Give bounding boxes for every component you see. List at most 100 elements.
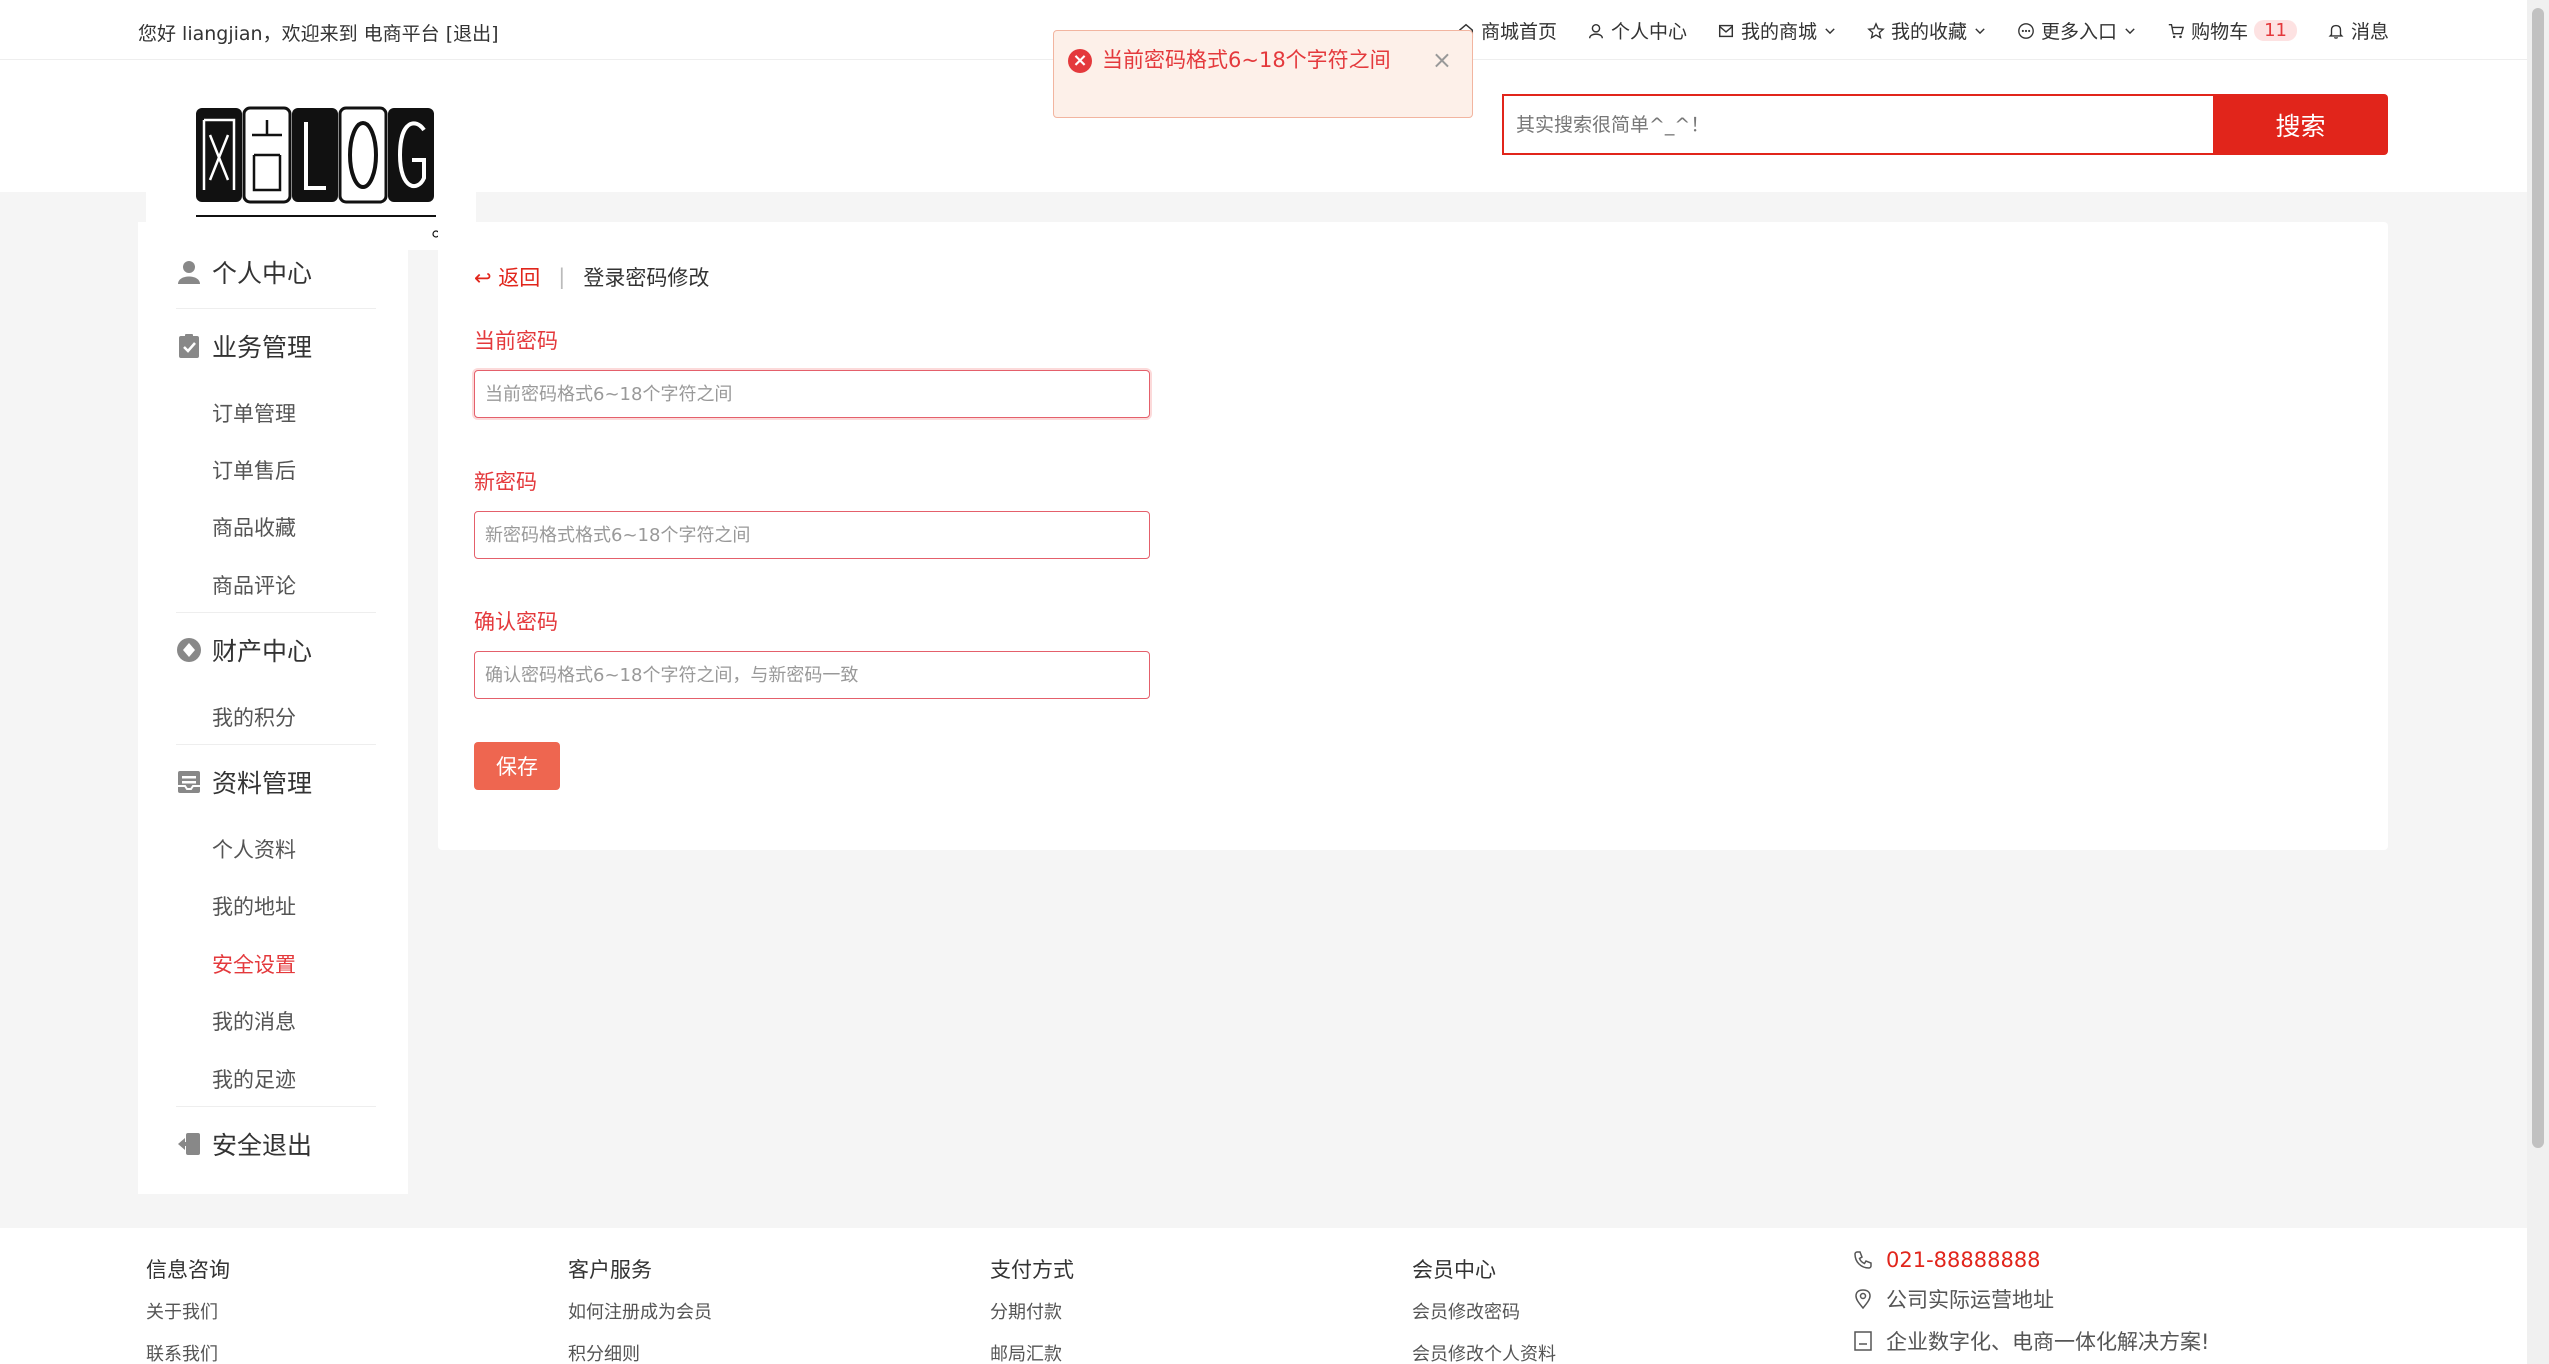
footer-link[interactable]: 分期付款 [990, 1298, 1074, 1324]
clipboard-icon [179, 334, 199, 358]
nav-more-label: 更多入口 [2041, 21, 2118, 43]
footer-column-title: 客户服务 [568, 1258, 652, 1282]
footer-column-payment: 支付方式 分期付款 邮局汇款 [990, 1254, 1074, 1364]
sidebar-item-orders[interactable]: 订单管理 [212, 398, 296, 428]
footer-link[interactable]: 会员修改个人资料 [1412, 1340, 1556, 1364]
sidebar-group-label: 资料管理 [212, 769, 313, 798]
sidebar-item-security[interactable]: 安全设置 [212, 949, 296, 979]
search-bar: 搜索 [1502, 94, 2388, 155]
welcome-text: 您好 liangjian，欢迎来到 电商平台 [退出] [138, 19, 499, 46]
logout-icon [178, 1133, 200, 1155]
sidebar-group-label: 财产中心 [212, 637, 313, 666]
breadcrumb: ↩ 返回 | 登录密码修改 [474, 262, 709, 292]
sidebar-item-personal-info[interactable]: 个人资料 [212, 834, 296, 864]
divider [176, 744, 376, 745]
sidebar-item-address[interactable]: 我的地址 [212, 891, 296, 921]
sidebar-group-assets: 财产中心 [176, 632, 312, 668]
nav-messages[interactable]: 消息 [2327, 17, 2389, 44]
nav-my-mall[interactable]: 我的商城 [1717, 17, 1837, 44]
password-form-panel: ↩ 返回 | 登录密码修改 当前密码 新密码 确认密码 保存 [438, 222, 2388, 850]
contact-slogan-text: 企业数字化、电商一体化解决方案! [1886, 1330, 2210, 1354]
star-icon [1867, 21, 1885, 39]
back-link[interactable]: ↩ 返回 [474, 262, 540, 292]
contact-phone: 021-88888888 [1852, 1248, 2209, 1272]
footer: 信息咨询 关于我们 联系我们 客户服务 如何注册成为会员 积分细则 支付方式 分… [0, 1228, 2549, 1364]
current-password-input[interactable] [474, 370, 1150, 418]
nav-cart-label: 购物车 [2191, 21, 2249, 43]
sidebar-group-logout[interactable]: 安全退出 [176, 1126, 312, 1162]
document-icon [1854, 1331, 1872, 1351]
save-button[interactable]: 保存 [474, 742, 560, 790]
back-arrow-icon: ↩ [474, 266, 492, 290]
sidebar-group-profile: 资料管理 [176, 764, 312, 800]
new-password-label: 新密码 [474, 470, 537, 494]
nav-more[interactable]: 更多入口 [2017, 17, 2137, 44]
divider [176, 1106, 376, 1107]
scrollbar-thumb[interactable] [2532, 8, 2544, 1148]
chevron-down-icon [1825, 27, 1835, 34]
nav-user-center[interactable]: 个人中心 [1587, 17, 1687, 44]
divider [176, 612, 376, 613]
contact-slogan: 企业数字化、电商一体化解决方案! [1852, 1326, 2209, 1356]
footer-column-title: 会员中心 [1412, 1258, 1496, 1282]
sidebar-group-label: 业务管理 [212, 333, 313, 362]
error-icon: × [1068, 49, 1092, 73]
cart-icon [2168, 23, 2185, 38]
sidebar-group-business: 业务管理 [176, 328, 312, 364]
error-toast: × 当前密码格式6~18个字符之间 × [1053, 30, 1473, 118]
nav-user-center-label: 个人中心 [1611, 21, 1688, 43]
footer-column-member: 会员中心 会员修改密码 会员修改个人资料 [1412, 1254, 1556, 1364]
page-title: 登录密码修改 [583, 266, 710, 290]
sidebar-item-product-favorites[interactable]: 商品收藏 [212, 512, 296, 542]
close-icon[interactable]: × [1432, 43, 1452, 77]
footer-column-title: 支付方式 [990, 1258, 1074, 1282]
footer-contact: 021-88888888 公司实际运营地址 企业数字化、电商一体化解决方案! [1852, 1248, 2209, 1364]
sidebar-item-points[interactable]: 我的积分 [212, 702, 296, 732]
chevron-down-icon [2125, 27, 2135, 34]
sidebar-item-after-sales[interactable]: 订单售后 [212, 455, 296, 485]
footer-link[interactable]: 积分细则 [568, 1340, 712, 1364]
user-icon [1588, 23, 1604, 38]
new-password-input[interactable] [474, 511, 1150, 559]
sidebar: 个人中心 业务管理 订单管理 订单售后 商品收藏 商品评论 财产中心 我的积分 … [138, 222, 408, 1194]
nav-cart[interactable]: 购物车 11 [2167, 17, 2297, 44]
footer-column-info: 信息咨询 关于我们 联系我们 [146, 1254, 230, 1364]
footer-link[interactable]: 联系我们 [146, 1340, 230, 1364]
nav-my-mall-label: 我的商城 [1741, 21, 1818, 43]
logout-link[interactable]: [退出] [446, 23, 499, 45]
footer-link[interactable]: 关于我们 [146, 1298, 230, 1324]
top-nav: 商城首页 个人中心 我的商城 我的收藏 更多入口 购物车 11 消息 [1457, 17, 2389, 44]
cart-count-badge: 11 [2254, 20, 2297, 41]
footer-link[interactable]: 如何注册成为会员 [568, 1298, 712, 1324]
confirm-password-label: 确认密码 [474, 610, 558, 634]
confirm-password-input[interactable] [474, 651, 1150, 699]
welcome-message: 您好 liangjian，欢迎来到 电商平台 [138, 23, 440, 45]
page-scrollbar[interactable] [2527, 0, 2549, 1364]
chevron-down-icon [1975, 27, 1985, 34]
nav-home-label: 商城首页 [1480, 21, 1557, 43]
sidebar-group-label: 安全退出 [212, 1131, 313, 1160]
footer-column-title: 信息咨询 [146, 1258, 230, 1282]
nav-favorites-label: 我的收藏 [1891, 21, 1968, 43]
breadcrumb-divider: | [558, 265, 566, 289]
phone-icon [1854, 1251, 1872, 1269]
current-password-label: 当前密码 [474, 329, 558, 353]
back-link-label: 返回 [498, 266, 541, 290]
search-button[interactable]: 搜索 [2213, 94, 2388, 155]
footer-link[interactable]: 邮局汇款 [990, 1340, 1074, 1364]
sidebar-group-user-center[interactable]: 个人中心 [176, 254, 312, 290]
footer-link[interactable]: 会员修改密码 [1412, 1298, 1556, 1324]
contact-phone-number: 021-88888888 [1886, 1248, 2041, 1272]
sidebar-item-messages[interactable]: 我的消息 [212, 1006, 296, 1036]
divider [176, 308, 376, 309]
sidebar-item-footprints[interactable]: 我的足迹 [212, 1064, 296, 1094]
search-input[interactable] [1502, 94, 2213, 155]
user-icon [178, 261, 200, 284]
bell-icon [2328, 24, 2344, 39]
contact-address: 公司实际运营地址 [1852, 1284, 2209, 1314]
sidebar-item-product-reviews[interactable]: 商品评论 [212, 570, 296, 600]
contact-address-text: 公司实际运营地址 [1886, 1288, 2054, 1312]
mail-icon [1718, 24, 1734, 37]
nav-messages-label: 消息 [2350, 21, 2389, 43]
nav-favorites[interactable]: 我的收藏 [1867, 17, 1987, 44]
